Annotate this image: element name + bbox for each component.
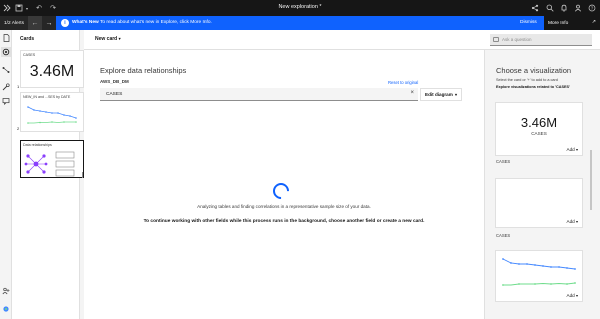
chevron-down-icon: ▾ [575, 293, 578, 298]
visualization-subtitle: Explore visualizations related to 'CASES… [496, 85, 570, 89]
add-label: Add [566, 293, 575, 298]
ai-assistant-icon[interactable] [1, 304, 11, 314]
analyzing-message: Analyzing tables and finding correlation… [197, 204, 371, 209]
field-selector[interactable]: CASES × [100, 88, 418, 101]
notification-icon[interactable] [559, 3, 569, 13]
new-card-button[interactable]: New card ▾ [95, 36, 121, 42]
collaborators-icon[interactable] [1, 286, 11, 296]
user-icon[interactable] [573, 3, 583, 13]
card-label: CASES [23, 53, 36, 57]
viz-line-chart [502, 258, 576, 286]
dismiss-button[interactable]: Dismiss [520, 20, 537, 25]
mini-line-chart [27, 106, 77, 124]
clear-field-icon[interactable]: × [410, 90, 414, 96]
viz-card-empty[interactable]: Add ▾ [495, 178, 583, 228]
share-icon[interactable] [530, 3, 540, 13]
more-info-button[interactable]: More Info ↗ [544, 16, 600, 30]
next-alert-icon[interactable]: → [42, 16, 56, 30]
chevron-down-icon: ▾ [118, 36, 121, 41]
panel-resize-handle[interactable] [82, 172, 83, 178]
chat-icon [493, 37, 499, 42]
main-canvas: Explore data relationships AWS_DB_DM Res… [84, 50, 484, 319]
svg-text:?: ? [591, 6, 594, 11]
add-button[interactable]: Add ▾ [567, 293, 578, 298]
visualization-panel-title: Choose a visualization [496, 66, 572, 75]
card-data-relationships[interactable]: Data relationships [20, 140, 84, 178]
visualization-instructions: Select the card or '+' to add to a card [496, 78, 558, 82]
previous-alert-icon[interactable]: ← [28, 16, 42, 30]
add-button[interactable]: Add ▾ [567, 219, 578, 224]
scrollbar[interactable] [590, 150, 592, 210]
cards-panel: Cards CASES 3.46M 1 NEW_IN and ...SES by… [12, 30, 84, 319]
add-label: Add [566, 147, 575, 152]
tools-icon[interactable] [1, 82, 11, 92]
ask-question-placeholder: Ask a question [502, 37, 532, 42]
add-button[interactable]: Add ▾ [567, 147, 578, 152]
loading-spinner-icon [269, 179, 293, 203]
viz-caption: CASES [496, 159, 511, 164]
card-kpi-value: 3.46M [29, 63, 75, 80]
viz-card-kpi[interactable]: 3.46M CASES Add ▾ [495, 102, 583, 156]
card-number: 1 [17, 84, 20, 89]
edit-diagram-button[interactable]: Edit diagram ▾ [420, 88, 462, 101]
dataset-name: AWS_DB_DM [100, 79, 129, 84]
relationship-icon[interactable] [1, 65, 11, 75]
edit-diagram-label: Edit diagram [425, 92, 453, 97]
whats-new-label: What's New [72, 20, 99, 25]
add-label: Add [566, 219, 575, 224]
window-title: New exploration * [278, 4, 322, 10]
card-number: 2 [17, 126, 20, 131]
relationship-graph-icon [24, 151, 75, 177]
ask-question-input[interactable]: Ask a question [490, 34, 592, 46]
card-line-chart[interactable]: NEW_IN and ...SES by DATE [20, 92, 84, 132]
main-toolbar: New card ▾ Ask a question [84, 30, 600, 50]
new-card-label: New card [95, 36, 118, 42]
field-selector-value: CASES [106, 92, 123, 97]
search-icon[interactable] [545, 3, 555, 13]
cards-panel-title: Cards [20, 36, 35, 42]
notification-banner: 1/2 Alerts ← → i What's New To read abou… [0, 16, 600, 30]
card-label: Data relationships [23, 143, 52, 147]
info-icon: i [61, 19, 69, 27]
explore-icon[interactable] [1, 47, 11, 57]
chevron-down-icon: ▾ [575, 219, 578, 224]
top-bar: ▾ ↶ ↷ New exploration * ? [0, 0, 600, 16]
visualization-panel: Choose a visualization Select the card o… [484, 50, 600, 319]
viz-card-line-chart[interactable]: Add ▾ [495, 250, 583, 302]
viz-kpi-value: 3.46M [520, 115, 558, 130]
chevron-down-icon: ▾ [575, 147, 578, 152]
help-icon[interactable]: ? [587, 3, 597, 13]
viz-kpi-label: CASES [531, 131, 547, 136]
card-label: NEW_IN and ...SES by DATE [23, 95, 71, 99]
more-info-label: More Info [548, 20, 569, 26]
reset-to-original-link[interactable]: Reset to original [388, 80, 418, 85]
page-title: Explore data relationships [100, 66, 187, 75]
alerts-counter[interactable]: 1/2 Alerts [0, 16, 28, 30]
notification-message: To read about what's new in Explore, cli… [100, 20, 212, 25]
viz-caption: CASES [496, 233, 511, 238]
external-link-icon: ↗ [591, 19, 596, 25]
comment-icon[interactable] [1, 96, 11, 106]
chevron-down-icon: ▾ [454, 92, 457, 97]
left-rail [0, 30, 12, 319]
continue-message: To continue working with other fields wh… [143, 219, 425, 224]
card-cases-kpi[interactable]: CASES 3.46M [20, 50, 84, 88]
document-icon[interactable] [1, 33, 11, 43]
